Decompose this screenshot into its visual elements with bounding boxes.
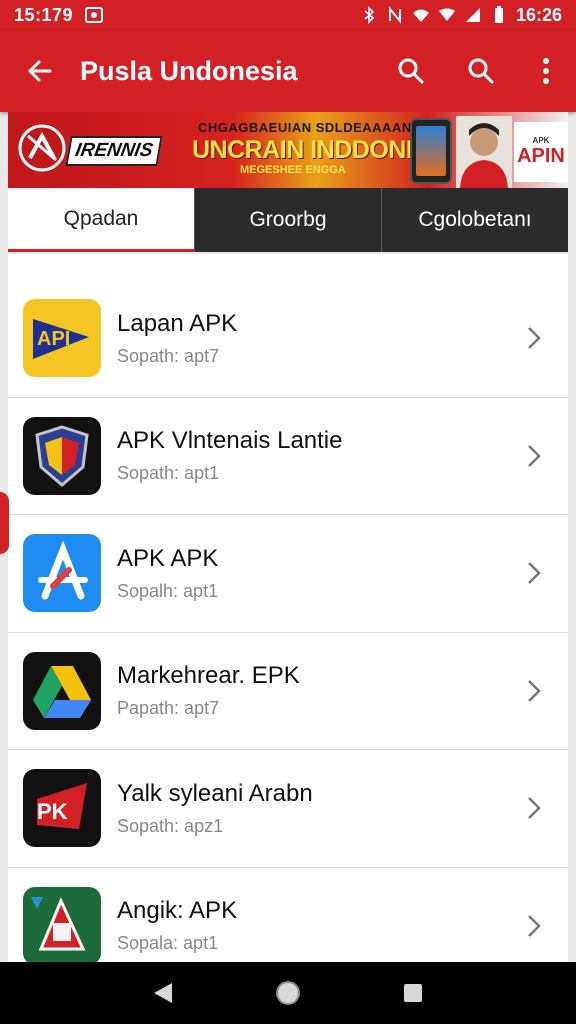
item-sub: Sopath: apt7 bbox=[117, 345, 220, 366]
item-name: Yalk syleani Arabn bbox=[117, 779, 313, 807]
search-icon bbox=[398, 58, 424, 84]
banner-logo-icon bbox=[18, 124, 66, 172]
status-bar: 15:179 16:26 bbox=[0, 0, 576, 30]
banner-brand-text: APIN bbox=[517, 145, 565, 167]
banner-phone-image bbox=[410, 118, 452, 184]
angik-icon bbox=[23, 886, 101, 962]
svg-text:PK: PK bbox=[37, 799, 68, 824]
list-item[interactable]: API Lapan APK Sopath: apt7 bbox=[8, 280, 568, 398]
search-button-secondary[interactable] bbox=[446, 30, 516, 112]
battery-icon bbox=[494, 6, 503, 23]
item-sub: Sopalh: apt1 bbox=[117, 580, 219, 601]
tab-bar: Qpadan Groorbg Cgolobetanı bbox=[8, 188, 568, 252]
list-item[interactable]: APK APK Sopalh: apt1 bbox=[8, 515, 568, 633]
chevron-right-icon bbox=[514, 788, 554, 828]
bluetooth-icon bbox=[364, 6, 375, 24]
app-bar: Pusla Undonesia bbox=[0, 30, 576, 112]
nfc-icon bbox=[388, 6, 401, 24]
status-time-left: 15:179 bbox=[14, 4, 74, 25]
item-sub: Sopath: apt1 bbox=[117, 463, 220, 484]
status-icons: 16:26 bbox=[360, 5, 562, 26]
signal-wifi-icon bbox=[438, 8, 455, 21]
svg-text:API: API bbox=[37, 328, 70, 350]
item-name: APK Vlntenais Lantie bbox=[117, 427, 343, 455]
overflow-menu-button[interactable] bbox=[516, 30, 576, 112]
page-title: Pusla Undonesia bbox=[80, 55, 298, 86]
list-item[interactable]: PK Yalk syleani Arabn Sopath: apz1 bbox=[8, 750, 568, 868]
wifi-icon bbox=[412, 9, 429, 22]
triangle-back-icon bbox=[153, 983, 172, 1003]
pk-red-icon: PK bbox=[23, 769, 101, 848]
square-recents-icon bbox=[404, 984, 423, 1002]
item-name: APK APK bbox=[117, 544, 219, 572]
nav-home-button[interactable] bbox=[268, 973, 308, 1013]
banner-brand-small: APK bbox=[532, 136, 550, 145]
tab-groorbg[interactable]: Groorbg bbox=[195, 188, 382, 252]
chevron-right-icon bbox=[514, 906, 554, 946]
api-play-icon: API bbox=[23, 299, 101, 378]
shield-icon bbox=[23, 416, 101, 495]
nav-recents-button[interactable] bbox=[393, 973, 433, 1013]
banner-logo-text: IRENNIS bbox=[65, 136, 163, 166]
edge-drawer-handle[interactable] bbox=[0, 492, 9, 554]
circle-home-icon bbox=[275, 981, 300, 1005]
item-sub: Sopala: apt1 bbox=[117, 933, 219, 954]
chevron-right-icon bbox=[514, 553, 554, 593]
banner-top-line: CHGAGBAEUIAN SDLDEAAAAN bbox=[198, 120, 412, 135]
banner-subline: MEGESHEE ENGGA bbox=[240, 164, 346, 176]
list-item[interactable]: Markehrear. EPK Papath: apt7 bbox=[8, 633, 568, 750]
drive-icon bbox=[23, 651, 101, 730]
list-item[interactable]: APK Vlntenais Lantie Sopath: apt1 bbox=[8, 398, 568, 515]
list-item[interactable]: Angik: APK Sopala: apt1 bbox=[8, 868, 568, 962]
item-sub: Papath: apt7 bbox=[117, 698, 220, 719]
search-button[interactable] bbox=[376, 30, 446, 112]
more-vert-icon bbox=[543, 58, 549, 84]
search-icon bbox=[468, 58, 494, 84]
cell-signal-icon bbox=[465, 8, 480, 22]
system-nav-bar bbox=[0, 962, 576, 1024]
item-sub: Sopath: apz1 bbox=[117, 815, 224, 836]
chevron-right-icon bbox=[514, 436, 554, 476]
banner-brand: APK APIN bbox=[514, 122, 568, 182]
item-name: Angik: APK bbox=[117, 897, 238, 925]
item-name: Lapan APK bbox=[117, 309, 238, 337]
banner-headline: UNCRAIN INDDONIIA bbox=[192, 136, 437, 164]
promo-banner[interactable]: IRENNIS CHGAGBAEUIAN SDLDEAAAAN UNCRAIN … bbox=[8, 112, 568, 188]
back-button[interactable] bbox=[0, 30, 80, 112]
banner-person-image bbox=[456, 116, 512, 188]
chevron-right-icon bbox=[514, 671, 554, 711]
notification-icon bbox=[85, 7, 104, 23]
item-name: Markehrear. EPK bbox=[117, 662, 300, 690]
app-list: API Lapan APK Sopath: apt7 APK Vlntenais … bbox=[8, 254, 568, 962]
app-store-icon bbox=[23, 534, 101, 613]
chevron-right-icon bbox=[514, 318, 554, 358]
tab-qpadan[interactable]: Qpadan bbox=[8, 188, 195, 252]
tab-cgolobetani[interactable]: Cgolobetanı bbox=[382, 188, 568, 252]
back-arrow-icon bbox=[28, 60, 52, 82]
status-time-right: 16:26 bbox=[515, 4, 562, 25]
nav-back-button[interactable] bbox=[143, 973, 183, 1013]
